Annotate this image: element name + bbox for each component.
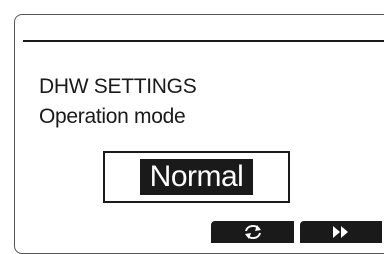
operation-mode-selector[interactable]: Normal bbox=[103, 151, 290, 203]
refresh-button[interactable] bbox=[211, 221, 294, 243]
next-button[interactable] bbox=[300, 221, 382, 243]
refresh-icon bbox=[242, 223, 264, 241]
header-divider bbox=[23, 40, 384, 42]
operation-mode-value: Normal bbox=[139, 159, 254, 195]
screen-subtitle: Operation mode bbox=[39, 105, 186, 128]
display-screen: DHW SETTINGS Operation mode Normal bbox=[14, 14, 384, 254]
screen-title: DHW SETTINGS bbox=[39, 75, 197, 98]
fast-forward-icon bbox=[331, 225, 351, 239]
